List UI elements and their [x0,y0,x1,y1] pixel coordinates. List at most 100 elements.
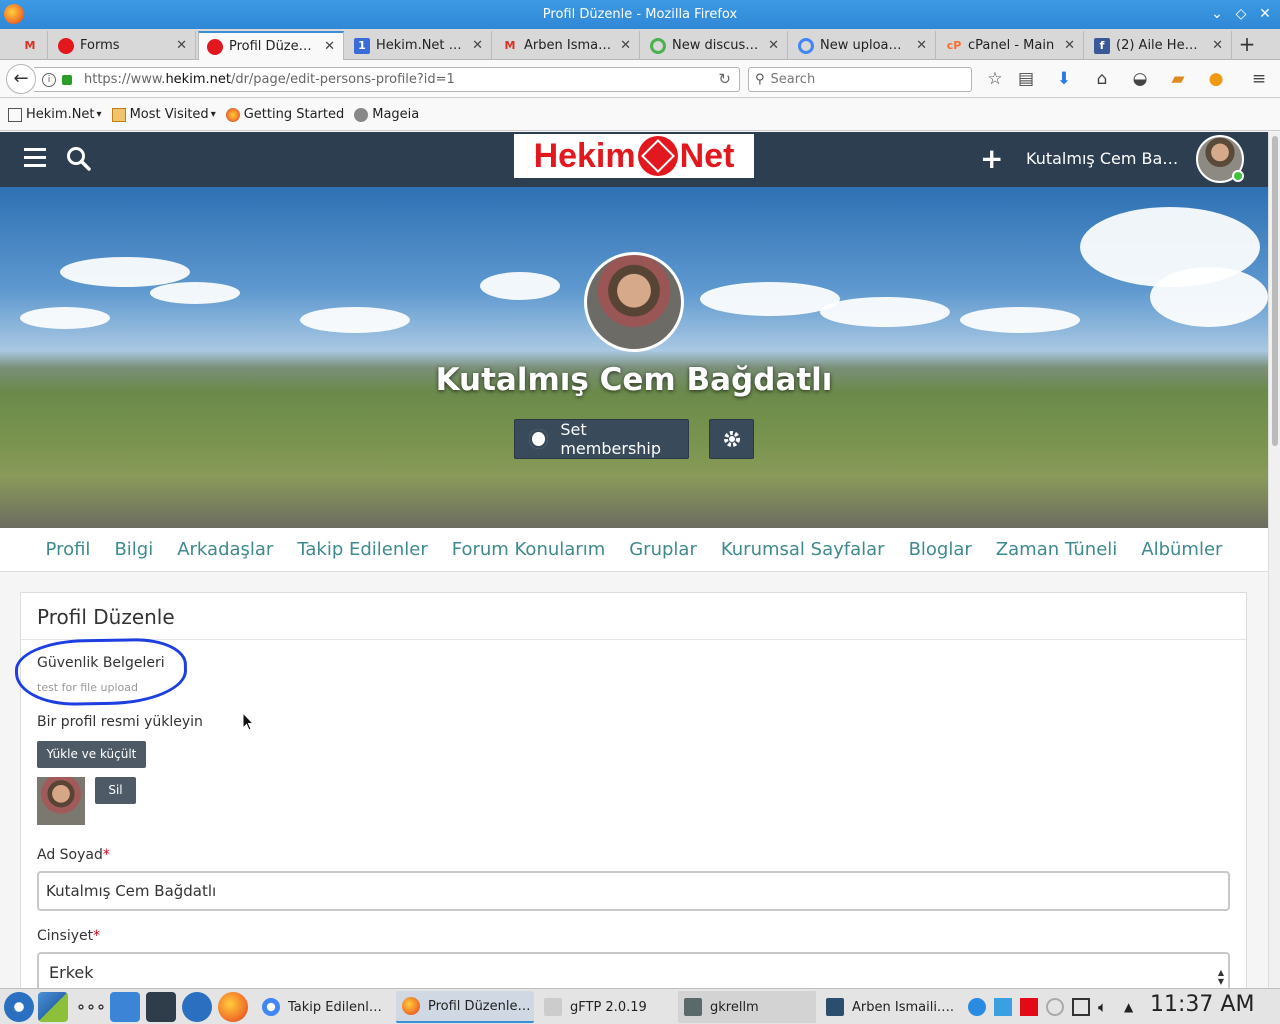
tab-hekim-net-calendar[interactable]: 1 Hekim.Net … ✕ [346,31,492,60]
cpanel-icon: cP [946,39,962,52]
full-name-input[interactable] [37,871,1230,911]
bookmark-getting-started[interactable]: Getting Started [225,107,344,122]
clock[interactable]: 11:37 AM [1150,992,1254,1017]
extension-icon[interactable]: ● [1205,68,1227,90]
new-tab-button[interactable]: + [1236,31,1258,57]
back-button[interactable]: ← [6,64,36,94]
firefox-icon[interactable] [218,992,248,1022]
gmail-icon: M [504,39,516,52]
navigation-toolbar: i https://www.hekim.net/dr/page/edit-per… [0,60,1280,98]
close-tab-icon[interactable]: ✕ [1064,38,1075,53]
close-tab-icon[interactable]: ✕ [1212,38,1223,53]
task-arben-ismaili[interactable]: Arben Ismaili…. [820,991,960,1023]
profile-nav-albumler[interactable]: Albümler [1141,539,1222,560]
close-tab-icon[interactable]: ✕ [176,38,187,53]
profile-nav-bilgi[interactable]: Bilgi [114,539,153,560]
task-gkrellm[interactable]: gkrellm [678,991,816,1023]
security-documents-title: Güvenlik Belgeleri [37,655,165,671]
task-profil-duzenle[interactable]: Profil Düzenle… [396,991,534,1023]
volume-icon[interactable]: 🔈︎ [1098,998,1116,1016]
close-tab-icon[interactable]: ✕ [472,38,483,53]
pocket-icon[interactable]: ◒ [1129,68,1151,90]
profile-nav-bloglar[interactable]: Bloglar [909,539,972,560]
tab-new-discussion[interactable]: New discus… ✕ [642,31,788,60]
tab-arben-gmail[interactable]: M Arben Isma… ✕ [494,31,640,60]
bookmark-most-visited[interactable]: Most Visited ▾ [111,107,216,122]
menu-icon[interactable] [24,148,46,168]
header-user-name[interactable]: Kutalmış Cem Bağd… [1026,149,1186,168]
desktop-icon[interactable] [38,992,68,1022]
gender-select[interactable]: Erkek ▲ ▼ [37,952,1230,988]
minimize-icon[interactable]: ⌄ [1206,0,1228,29]
tray-expand-icon[interactable]: ▲ [1124,998,1142,1016]
profile-nav-arkadaslar[interactable]: Arkadaşlar [177,539,273,560]
profile-avatar[interactable] [584,252,684,352]
network-tray-icon[interactable] [994,998,1012,1016]
profile-nav-forum-konularim[interactable]: Forum Konularım [452,539,606,560]
security-documents-description: test for file upload [37,681,138,694]
delete-photo-button[interactable]: Sil [95,777,136,804]
profile-nav-gruplar[interactable]: Gruplar [629,539,697,560]
home-icon[interactable]: ⌂ [1091,68,1113,90]
download-icon[interactable]: ⬇ [1053,68,1075,90]
profile-nav-zaman-tuneli[interactable]: Zaman Tüneli [996,539,1117,560]
close-tab-icon[interactable]: ✕ [620,38,631,53]
page-viewport: Hekim Net + Kutalmış Cem Bağd… Kutalmış … [0,132,1268,988]
tab-forms[interactable]: Forms ✕ [50,31,196,60]
profile-nav-kurumsal-sayfalar[interactable]: Kurumsal Sayfalar [721,539,885,560]
tab-gmail[interactable]: M [16,31,48,60]
logo-knot-icon [637,136,678,176]
thunderbird-icon [826,998,844,1016]
file-manager-icon[interactable] [110,992,140,1022]
close-tab-icon[interactable]: ✕ [768,38,779,53]
reading-list-icon[interactable]: ▤ [1015,68,1037,90]
tab-profil-duzenle[interactable]: Profil Düze… ✕ [198,31,344,60]
tab-facebook[interactable]: f (2) Aile He… ✕ [1086,31,1232,60]
start-menu-icon[interactable] [4,992,34,1022]
profile-nav-takip-edilenler[interactable]: Takip Edilenler [297,539,427,560]
window-titlebar: Profil Düzenle - Mozilla Firefox ⌄ ◇ ✕ [0,0,1280,29]
plus-icon[interactable]: + [980,145,1003,173]
control-center-icon[interactable] [182,992,212,1022]
url-bar[interactable]: i https://www.hekim.net/dr/page/edit-per… [34,67,740,92]
set-membership-button[interactable]: Set membership [514,419,689,459]
profile-nav: Profil Bilgi Arkadaşlar Takip Edilenler … [0,528,1268,572]
screenshot-icon[interactable]: ▰ [1167,68,1189,90]
update-tray-icon[interactable] [968,998,986,1016]
menu-hamburger-icon[interactable]: ≡ [1248,68,1270,90]
task-gftp[interactable]: gFTP 2.0.19 [538,991,674,1023]
search-icon[interactable] [66,146,92,172]
cover-photo: Kutalmış Cem Bağdatlı Set membership [0,187,1268,528]
taskbar: ∘∘∘ Takip Edilenl… Profil Düzenle… gFTP … [0,988,1280,1024]
reload-icon[interactable]: ↻ [718,70,731,88]
badge-icon [529,429,549,449]
clipboard-tray-icon[interactable] [1072,998,1090,1016]
site-header: Hekim Net + Kutalmış Cem Bağd… [0,132,1268,187]
user-tray-icon[interactable] [1046,998,1064,1016]
maximize-icon[interactable]: ◇ [1230,0,1252,29]
page-scrollbar[interactable] [1268,132,1280,988]
task-takip-edilenler[interactable]: Takip Edilenl… [256,991,390,1023]
close-tab-icon[interactable]: ✕ [916,38,927,53]
upload-photo-label: Bir profil resmi yükleyin [37,714,203,730]
bookmark-mageia[interactable]: Mageia [354,107,419,122]
globe-icon [354,107,369,122]
bookmark-hekim-net[interactable]: Hekim.Net ▾ [8,107,102,122]
profile-nav-profil[interactable]: Profil [46,539,91,560]
mouse-cursor-icon [242,712,254,731]
search-box[interactable]: ⚲ Search [748,67,972,92]
close-tab-icon[interactable]: ✕ [324,39,335,54]
profile-settings-button[interactable] [709,419,754,459]
site-info-icon[interactable]: i [42,72,56,87]
system-settings-icon[interactable] [146,992,176,1022]
more-apps-icon[interactable]: ∘∘∘ [76,992,106,1022]
site-logo[interactable]: Hekim Net [514,134,754,178]
turkish-keyboard-icon[interactable] [1020,998,1038,1016]
tab-new-upload[interactable]: New uploa… ✕ [790,31,936,60]
tab-cpanel[interactable]: cP cPanel - Main ✕ [938,31,1084,60]
close-window-icon[interactable]: ✕ [1254,0,1276,29]
upload-and-crop-button[interactable]: Yükle ve küçült [37,741,146,768]
bookmark-star-icon[interactable]: ☆ [984,68,1006,90]
lock-icon [62,74,72,85]
window-title: Profil Düzenle - Mozilla Firefox [542,7,738,22]
